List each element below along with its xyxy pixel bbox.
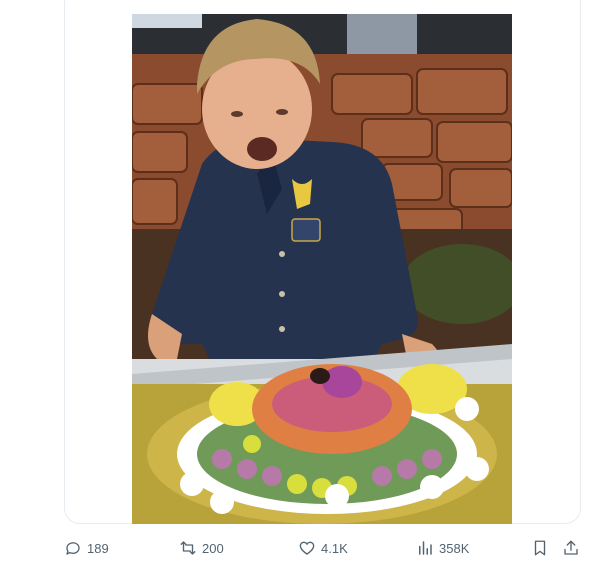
repost-button[interactable]: 200 <box>179 536 224 560</box>
like-count: 4.1K <box>321 540 348 556</box>
like-button[interactable]: 4.1K <box>298 536 348 560</box>
share-button[interactable] <box>562 536 580 560</box>
repost-icon <box>180 541 196 555</box>
bookmark-button[interactable] <box>531 536 549 560</box>
views-button[interactable]: 358K <box>416 536 469 560</box>
reply-icon <box>66 542 80 555</box>
post-photo[interactable] <box>132 14 512 524</box>
photo-illustration <box>132 14 512 524</box>
post-action-bar: 189 200 4.1K 358K <box>64 536 584 560</box>
reply-button[interactable]: 189 <box>64 536 109 560</box>
heart-icon <box>299 541 315 555</box>
views-count: 358K <box>439 540 470 556</box>
share-icon <box>564 540 578 555</box>
views-icon <box>419 541 432 555</box>
reply-count: 189 <box>87 540 109 556</box>
bookmark-icon <box>534 540 546 556</box>
repost-count: 200 <box>202 540 224 556</box>
